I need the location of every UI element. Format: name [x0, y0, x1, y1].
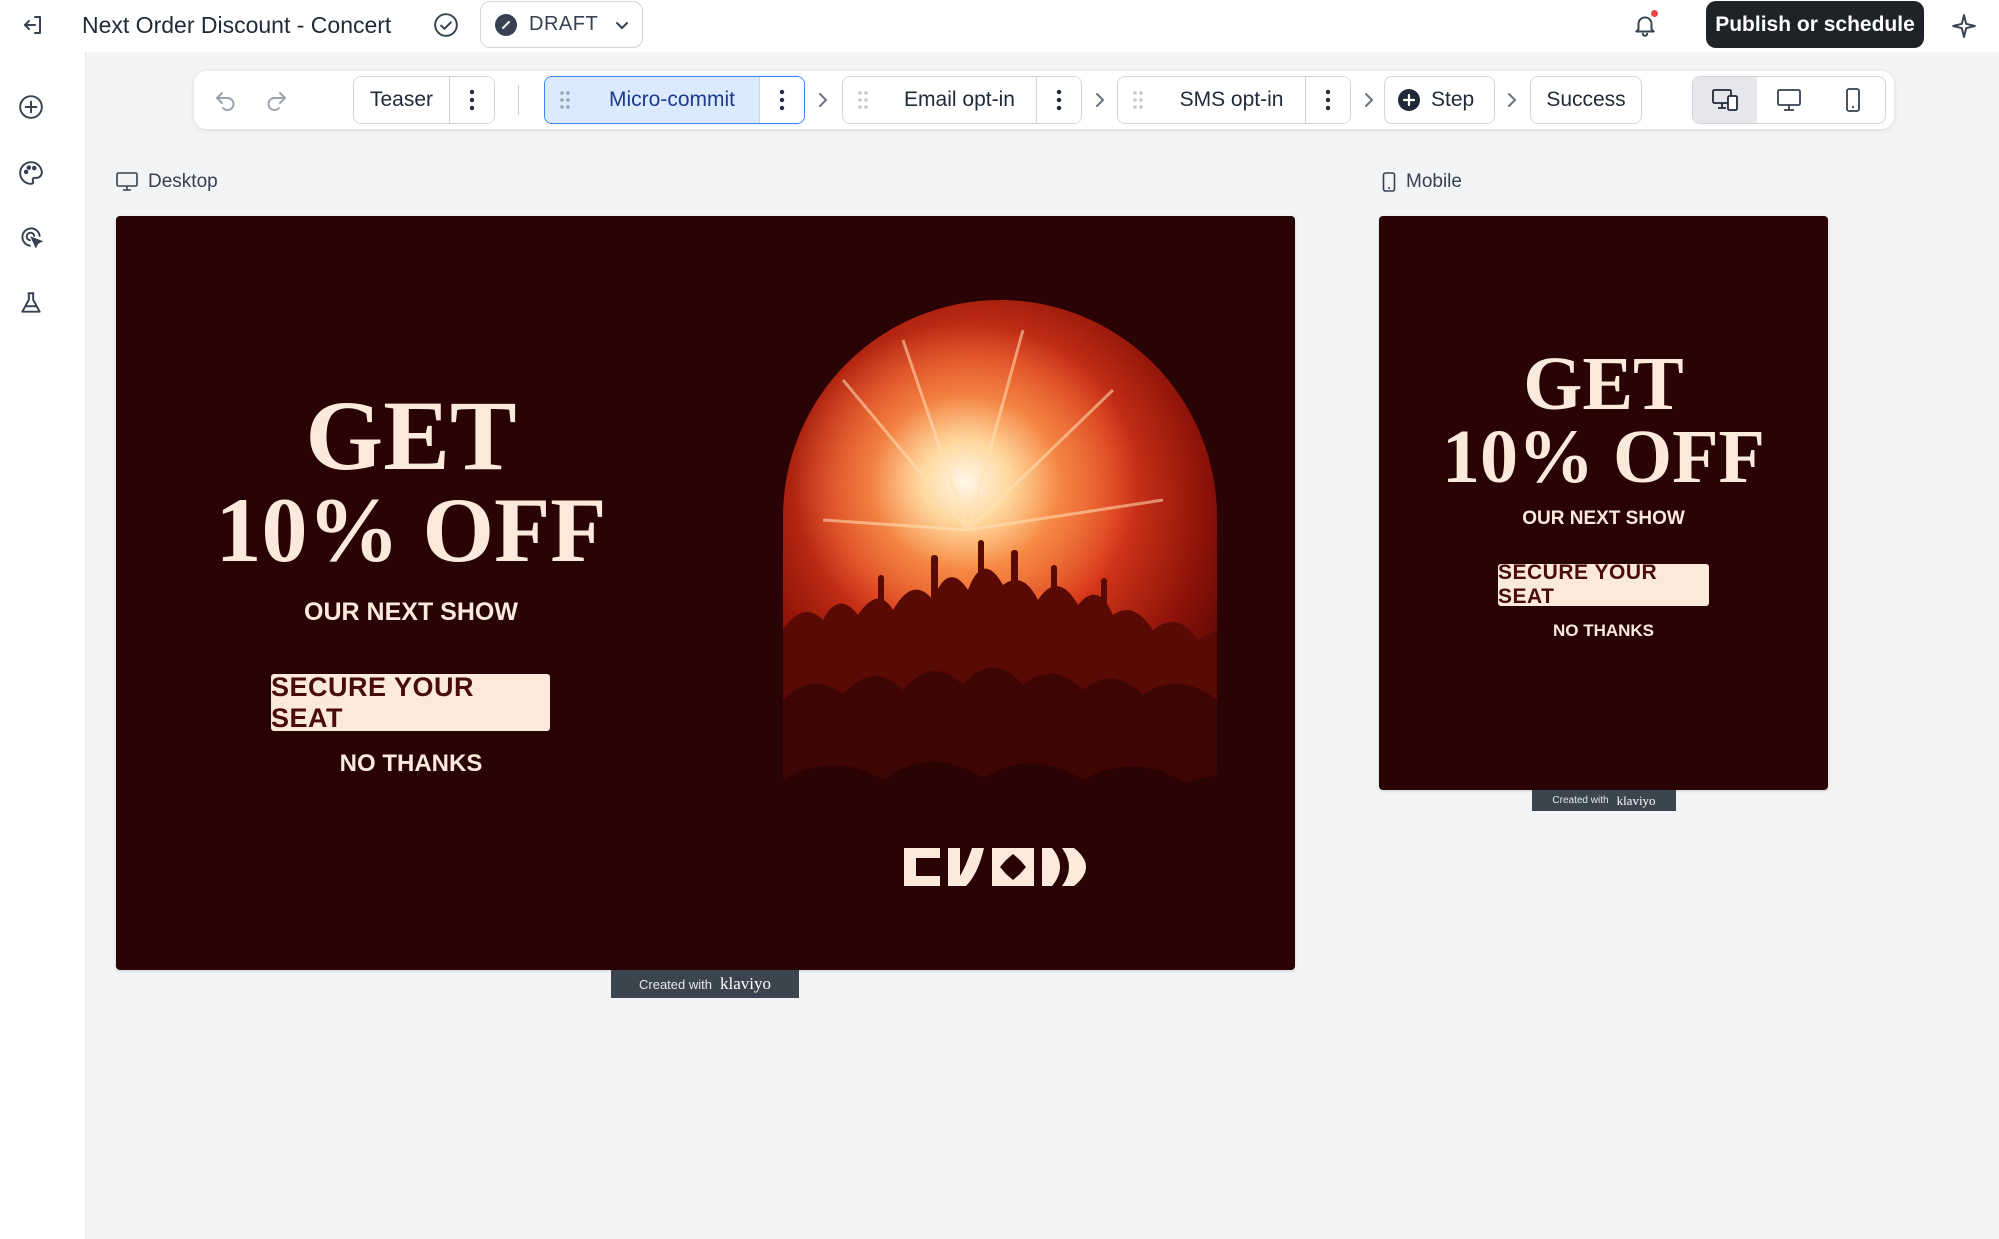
status-dropdown[interactable]: DRAFT	[480, 1, 643, 48]
desktop-label: Desktop	[148, 171, 218, 192]
device-view-toggle	[1692, 76, 1886, 124]
created-with-badge[interactable]: Created with klaviyo	[611, 970, 799, 998]
left-rail	[0, 52, 86, 1239]
chevron-right-icon	[1093, 89, 1107, 111]
subhead: OUR NEXT SHOW	[1522, 508, 1685, 529]
mobile-label: Mobile	[1406, 171, 1462, 192]
step-sms-opt-in[interactable]: SMS opt-in	[1117, 76, 1351, 124]
form-title: Next Order Discount - Concert	[82, 12, 392, 38]
desktop-icon	[116, 172, 138, 191]
no-thanks-link[interactable]: NO THANKS	[1379, 621, 1828, 641]
step-label: Micro-commit	[585, 77, 759, 123]
chevron-down-icon	[616, 21, 629, 29]
step-toolbar: Teaser Micro-commit Email opt-in SMS opt…	[194, 71, 1894, 129]
headline-line1: GET	[305, 380, 517, 491]
drag-handle-icon[interactable]	[1118, 77, 1158, 123]
step-email-opt-in[interactable]: Email opt-in	[842, 76, 1082, 124]
bell-icon[interactable]	[1628, 8, 1662, 42]
notification-dot	[1651, 10, 1658, 17]
concert-image	[783, 300, 1217, 868]
chevron-right-icon	[816, 89, 830, 111]
step-label: Success	[1546, 88, 1626, 111]
mobile-preview-label: Mobile	[1382, 171, 1462, 193]
credit-prefix: Created with	[1552, 795, 1609, 806]
more-vertical-icon[interactable]	[1036, 77, 1081, 123]
headline-line2: 10% OFF	[1442, 415, 1765, 499]
redo-icon[interactable]	[260, 83, 294, 117]
created-with-badge[interactable]: Created with klaviyo	[1532, 790, 1676, 811]
step-micro-commit[interactable]: Micro-commit	[544, 76, 805, 124]
no-thanks-link[interactable]: NO THANKS	[156, 750, 666, 778]
mobile-icon	[1382, 172, 1396, 192]
mobile-icon[interactable]	[1821, 77, 1885, 123]
headline-line2: 10% OFF	[215, 479, 607, 581]
exit-icon[interactable]	[18, 10, 48, 40]
status-label: DRAFT	[529, 13, 599, 35]
beaker-icon[interactable]	[14, 286, 48, 320]
target-icon[interactable]	[14, 220, 48, 254]
sparkle-icon[interactable]	[1948, 10, 1980, 42]
chevron-right-icon	[1362, 89, 1376, 111]
status-icon	[495, 13, 517, 36]
step-label: Teaser	[369, 88, 434, 111]
cta-button[interactable]: SECURE YOUR SEAT	[271, 672, 550, 733]
add-icon[interactable]	[14, 90, 48, 124]
subhead: OUR NEXT SHOW	[304, 598, 518, 626]
chevron-right-icon	[1505, 89, 1519, 111]
add-step-button[interactable]: Step	[1384, 76, 1495, 124]
step-label: Step	[1431, 88, 1475, 111]
top-bar: Next Order Discount - Concert DRAFT Publ…	[0, 0, 1999, 52]
more-vertical-icon[interactable]	[759, 77, 804, 123]
plus-circle-icon	[1397, 88, 1421, 112]
credit-brand: klaviyo	[1616, 792, 1656, 808]
desktop-icon[interactable]	[1757, 77, 1821, 123]
desktop-popup-preview[interactable]: GET 10% OFF OUR NEXT SHOW SECURE YOUR SE…	[116, 216, 1295, 970]
drag-handle-icon[interactable]	[545, 77, 585, 123]
step-label: SMS opt-in	[1179, 88, 1284, 111]
cta-button[interactable]: SECURE YOUR SEAT	[1498, 561, 1709, 608]
credit-prefix: Created with	[639, 976, 712, 992]
undo-icon[interactable]	[208, 83, 242, 117]
divider	[518, 85, 519, 115]
publish-button[interactable]: Publish or schedule	[1706, 1, 1924, 48]
step-success[interactable]: Success	[1530, 76, 1642, 124]
more-vertical-icon[interactable]	[1305, 77, 1350, 123]
more-vertical-icon[interactable]	[449, 77, 494, 123]
credit-brand: klaviyo	[719, 974, 771, 993]
step-teaser[interactable]: Teaser	[353, 76, 495, 124]
desktop-preview-label: Desktop	[116, 171, 218, 193]
drag-handle-icon[interactable]	[843, 77, 883, 123]
brand-logo	[900, 846, 1102, 888]
step-label: Email opt-in	[904, 88, 1015, 111]
check-circle-icon[interactable]	[432, 11, 460, 39]
devices-icon[interactable]	[1693, 77, 1757, 123]
palette-icon[interactable]	[14, 156, 48, 190]
headline-line1: GET	[1523, 342, 1684, 426]
mobile-popup-preview[interactable]: GET 10% OFF OUR NEXT SHOW SECURE YOUR SE…	[1379, 216, 1828, 790]
